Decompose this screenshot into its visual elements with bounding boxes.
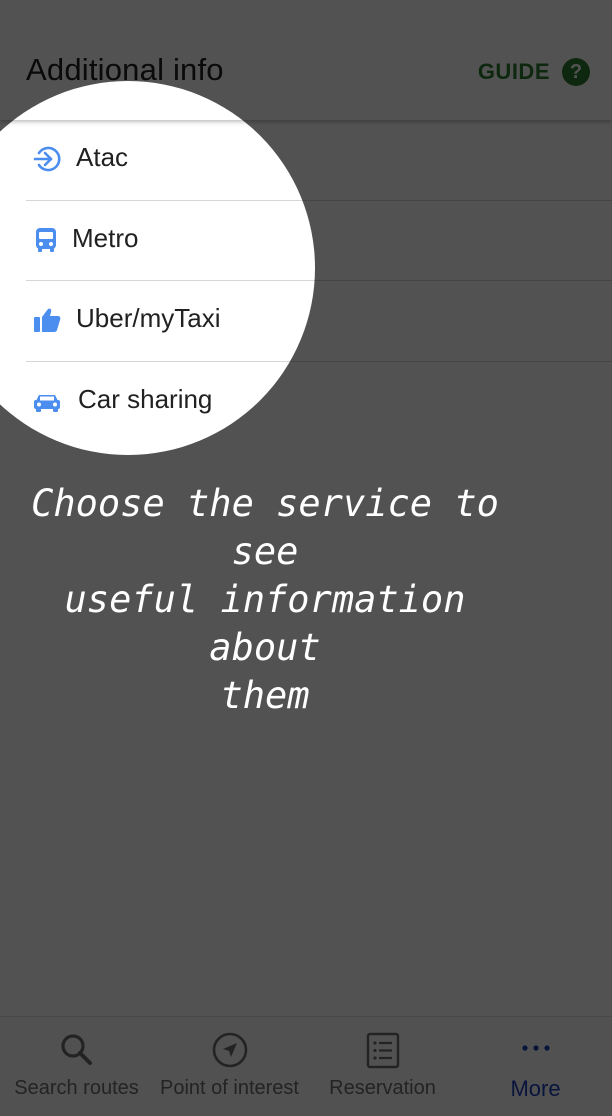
guide-button[interactable]: GUIDE ? — [478, 56, 590, 88]
bus-icon — [32, 225, 62, 255]
navigation-arrow-icon — [210, 1031, 250, 1071]
service-item-car-sharing[interactable]: Car sharing — [0, 362, 612, 443]
service-label: Metro — [72, 222, 139, 253]
app-header: Additional info GUIDE ? — [0, 0, 612, 120]
nav-label: Search routes — [14, 1077, 139, 1099]
service-label: Atac — [76, 142, 129, 172]
more-dots-icon — [516, 1031, 556, 1071]
page-title: Additional info — [26, 52, 224, 87]
car-icon — [32, 386, 62, 416]
service-item-metro[interactable]: Metro — [0, 201, 612, 282]
search-icon — [57, 1031, 97, 1071]
list-icon — [363, 1031, 403, 1071]
question-circle-icon: ? — [562, 58, 590, 86]
nav-label: Point of interest — [160, 1077, 299, 1099]
service-item-atac[interactable]: Atac — [0, 120, 612, 201]
nav-point-of-interest[interactable]: Point of interest — [153, 1017, 306, 1116]
bottom-nav: Search routes Point of interest Reservat… — [0, 1016, 612, 1116]
nav-more[interactable]: More — [459, 1017, 612, 1116]
service-label: Uber/myTaxi — [76, 303, 221, 334]
nav-search-routes[interactable]: Search routes — [0, 1017, 153, 1116]
service-label: Car sharing — [78, 383, 213, 414]
service-item-uber-mytaxi[interactable]: Uber/myTaxi — [0, 281, 612, 362]
nav-label: Reservation — [329, 1077, 436, 1099]
arrow-login-icon — [32, 144, 62, 174]
guide-label: GUIDE — [477, 59, 550, 84]
nav-reservation[interactable]: Reservation — [306, 1017, 459, 1116]
service-list: Atac Metro Uber/myTaxi Car sharing — [0, 120, 612, 442]
thumbs-up-icon — [32, 305, 62, 335]
additional-info-screen: Additional info GUIDE ? Atac Metro Uber/… — [0, 0, 612, 1116]
nav-label: More — [510, 1076, 561, 1101]
